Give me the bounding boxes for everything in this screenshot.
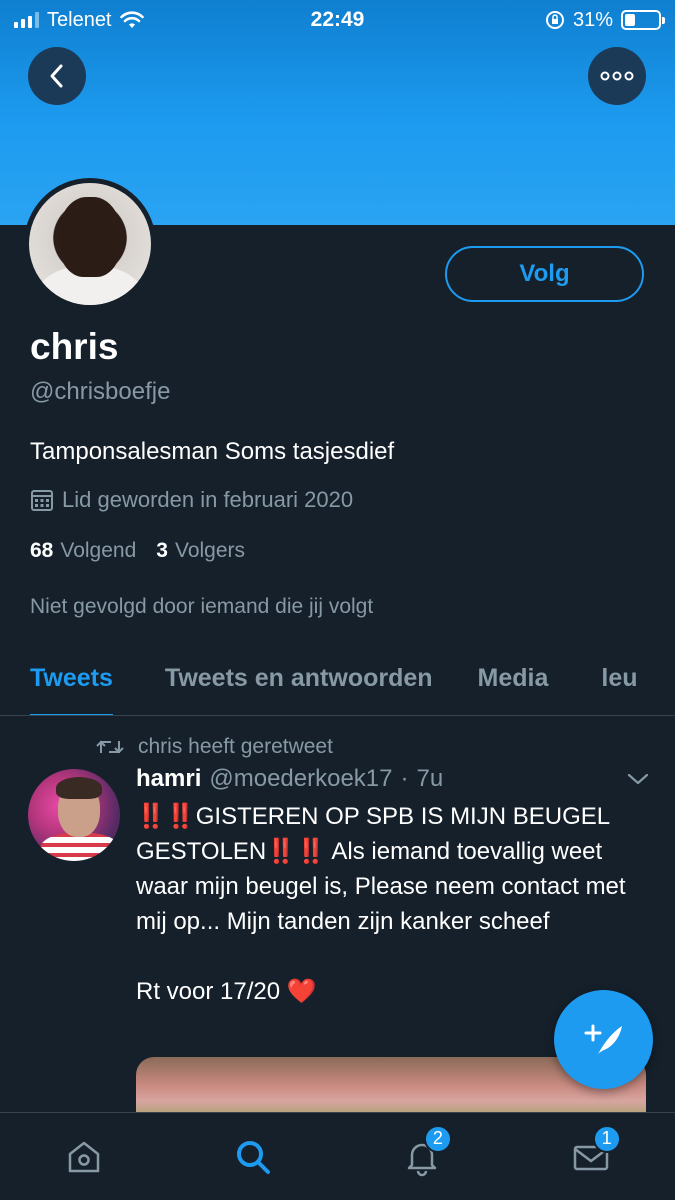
compose-icon (584, 1024, 622, 1058)
tweet-separator: · (400, 765, 409, 792)
tab-likes[interactable]: leu (601, 640, 637, 715)
status-bar: Telenet 22:49 31% (0, 0, 675, 40)
followers-count: 3 (156, 539, 168, 562)
chevron-down-icon[interactable] (626, 771, 650, 787)
retweet-label: chris heeft geretweet (138, 735, 333, 758)
more-options-button[interactable] (588, 47, 646, 105)
tweet-author-name[interactable]: hamri (136, 765, 201, 793)
back-icon (50, 64, 63, 88)
rotation-lock-icon (545, 11, 564, 29)
more-icon (600, 71, 634, 81)
compose-tweet-button[interactable] (554, 990, 653, 1089)
followers-label: Volgers (174, 539, 246, 562)
signal-icon (14, 12, 39, 28)
profile-handle: @chrisboefje (30, 378, 171, 405)
nav-search[interactable] (213, 1117, 293, 1197)
following-count: 68 (30, 539, 54, 562)
tab-tweets-replies[interactable]: Tweets en antwoorden (165, 640, 433, 715)
tweet-author-handle: @moederkoek17 (209, 765, 393, 792)
wifi-icon (119, 11, 144, 28)
join-date-label: Lid geworden in februari 2020 (62, 487, 354, 512)
profile-avatar[interactable] (24, 178, 156, 310)
calendar-icon (31, 490, 53, 511)
following-link[interactable]: 68 Volgend (30, 539, 136, 563)
follow-stats: 68 Volgend 3 Volgers (30, 539, 245, 563)
nav-home[interactable] (44, 1117, 124, 1197)
search-icon (237, 1140, 271, 1174)
battery-icon (621, 10, 665, 30)
followers-link[interactable]: 3 Volgers (156, 539, 245, 563)
following-label: Volgend (60, 539, 137, 562)
tab-media[interactable]: Media (478, 640, 549, 715)
join-date: Lid geworden in februari 2020 (30, 487, 353, 513)
battery-percentage: 31% (572, 8, 613, 31)
tweet-text: ‼️‼️GISTEREN OP SPB IS MIJN BEUGEL GESTO… (136, 799, 656, 1009)
tweet-header: hamri @moederkoek17 · 7u (136, 765, 443, 793)
notifications-badge: 2 (423, 1124, 452, 1153)
bottom-navigation: 2 1 (0, 1112, 675, 1200)
tweet-text-paragraph-1: ‼️‼️GISTEREN OP SPB IS MIJN BEUGEL GESTO… (136, 803, 626, 935)
not-followed-notice: Niet gevolgd door iemand die jij volgt (30, 595, 374, 618)
nav-notifications[interactable]: 2 (382, 1117, 462, 1197)
status-bar-left: Telenet (14, 9, 144, 32)
profile-bio: Tamponsalesman Soms tasjesdief (30, 438, 395, 465)
retweet-icon (96, 740, 124, 754)
profile-name: chris (30, 326, 119, 367)
follow-button[interactable]: Volg (445, 246, 644, 302)
avatar-image (29, 183, 151, 305)
home-icon (69, 1141, 100, 1172)
carrier-label: Telenet (47, 8, 112, 31)
tab-tweets[interactable]: Tweets (30, 640, 113, 715)
nav-messages[interactable]: 1 (551, 1117, 631, 1197)
back-button[interactable] (28, 47, 86, 105)
tweet-author-avatar[interactable] (28, 769, 120, 861)
messages-badge: 1 (592, 1124, 621, 1153)
retweet-indicator: chris heeft geretweet (96, 735, 333, 759)
profile-tabs: Tweets Tweets en antwoorden Media leu (0, 640, 675, 716)
tweet-time: 7u (416, 765, 444, 792)
status-bar-right: 31% (545, 8, 665, 32)
